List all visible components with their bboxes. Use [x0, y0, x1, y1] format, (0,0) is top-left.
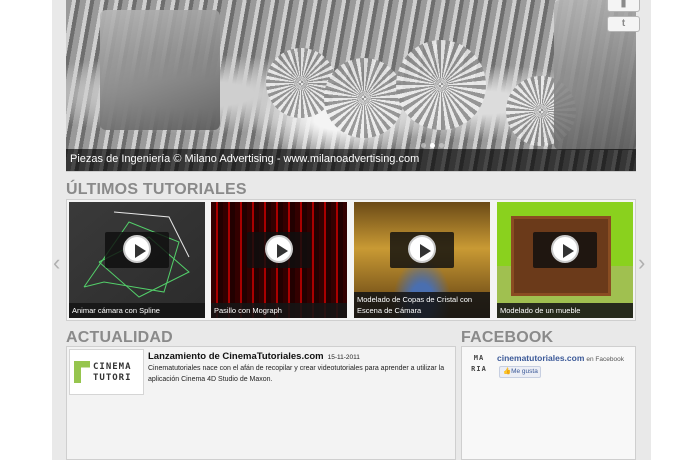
play-button[interactable] [247, 232, 311, 268]
hero-caption-bar: Piezas de Ingeniería © Milano Advertisin… [66, 149, 636, 171]
hero-gear-shape [324, 58, 404, 138]
tutorial-title: Modelado de Copas de Cristal con Escena … [354, 292, 490, 318]
play-button[interactable] [533, 232, 597, 268]
like-label: Me gusta [511, 368, 538, 375]
tutorial-card[interactable]: Animar cámara con Spline [69, 202, 205, 318]
news-body: Cinematutoriales nace con el afán de rec… [148, 365, 445, 383]
news-headline[interactable]: Lanzamiento de CinemaTutoriales.com [148, 351, 324, 362]
cinema-logo-icon [74, 361, 90, 383]
carousel-next-arrow[interactable]: › [638, 250, 645, 276]
slide-dot[interactable] [439, 143, 444, 148]
slide-indicators [421, 143, 444, 148]
hero-housing-shape [100, 10, 220, 130]
facebook-heading: FACEBOOK [461, 329, 554, 346]
facebook-page-name[interactable]: cinematutoriales.com [497, 353, 584, 363]
facebook-page-row[interactable]: cinematutoriales.com en Facebook [497, 353, 624, 363]
news-headline-row[interactable]: Lanzamiento de CinemaTutoriales.com 15-11… [148, 351, 360, 362]
tutorial-card[interactable]: Pasillo con Mograph [211, 202, 347, 318]
tutorial-title: Modelado de un mueble [497, 303, 633, 318]
tutorial-title: Pasillo con Mograph [211, 303, 347, 318]
like-button[interactable]: 👍Me gusta [499, 366, 541, 378]
play-icon [551, 235, 579, 263]
tutorial-title: Animar cámara con Spline [69, 303, 205, 318]
news-heading: ACTUALIDAD [66, 329, 173, 346]
play-icon [265, 235, 293, 263]
play-icon [123, 235, 151, 263]
news-logo-text: CINEMA TUTORI [93, 362, 132, 383]
hero-slider[interactable]: Piezas de Ingeniería © Milano Advertisin… [66, 0, 636, 172]
news-date: 15-11-2011 [327, 354, 360, 361]
play-icon [408, 235, 436, 263]
news-logo[interactable]: CINEMA TUTORI [69, 349, 144, 395]
play-button[interactable] [390, 232, 454, 268]
carousel-prev-arrow[interactable]: ‹ [53, 250, 60, 276]
twitter-icon[interactable]: t [607, 16, 640, 32]
slide-dot[interactable] [421, 143, 426, 148]
facebook-page-logo[interactable]: MA RIA [465, 353, 493, 377]
tutorials-heading: ÚLTIMOS TUTORIALES [66, 181, 247, 198]
play-button[interactable] [105, 232, 169, 268]
hero-gear-shape [396, 40, 486, 130]
tutorial-card[interactable]: Modelado de Copas de Cristal con Escena … [354, 202, 490, 318]
youtube-icon[interactable]: ▮ [607, 0, 640, 12]
thumbs-up-icon: 👍 [503, 368, 512, 375]
slide-dot-active[interactable] [430, 143, 435, 148]
facebook-suffix: en Facebook [586, 356, 624, 363]
tutorial-card[interactable]: Modelado de un mueble [497, 202, 633, 318]
hero-caption: Piezas de Ingeniería © Milano Advertisin… [70, 153, 420, 165]
